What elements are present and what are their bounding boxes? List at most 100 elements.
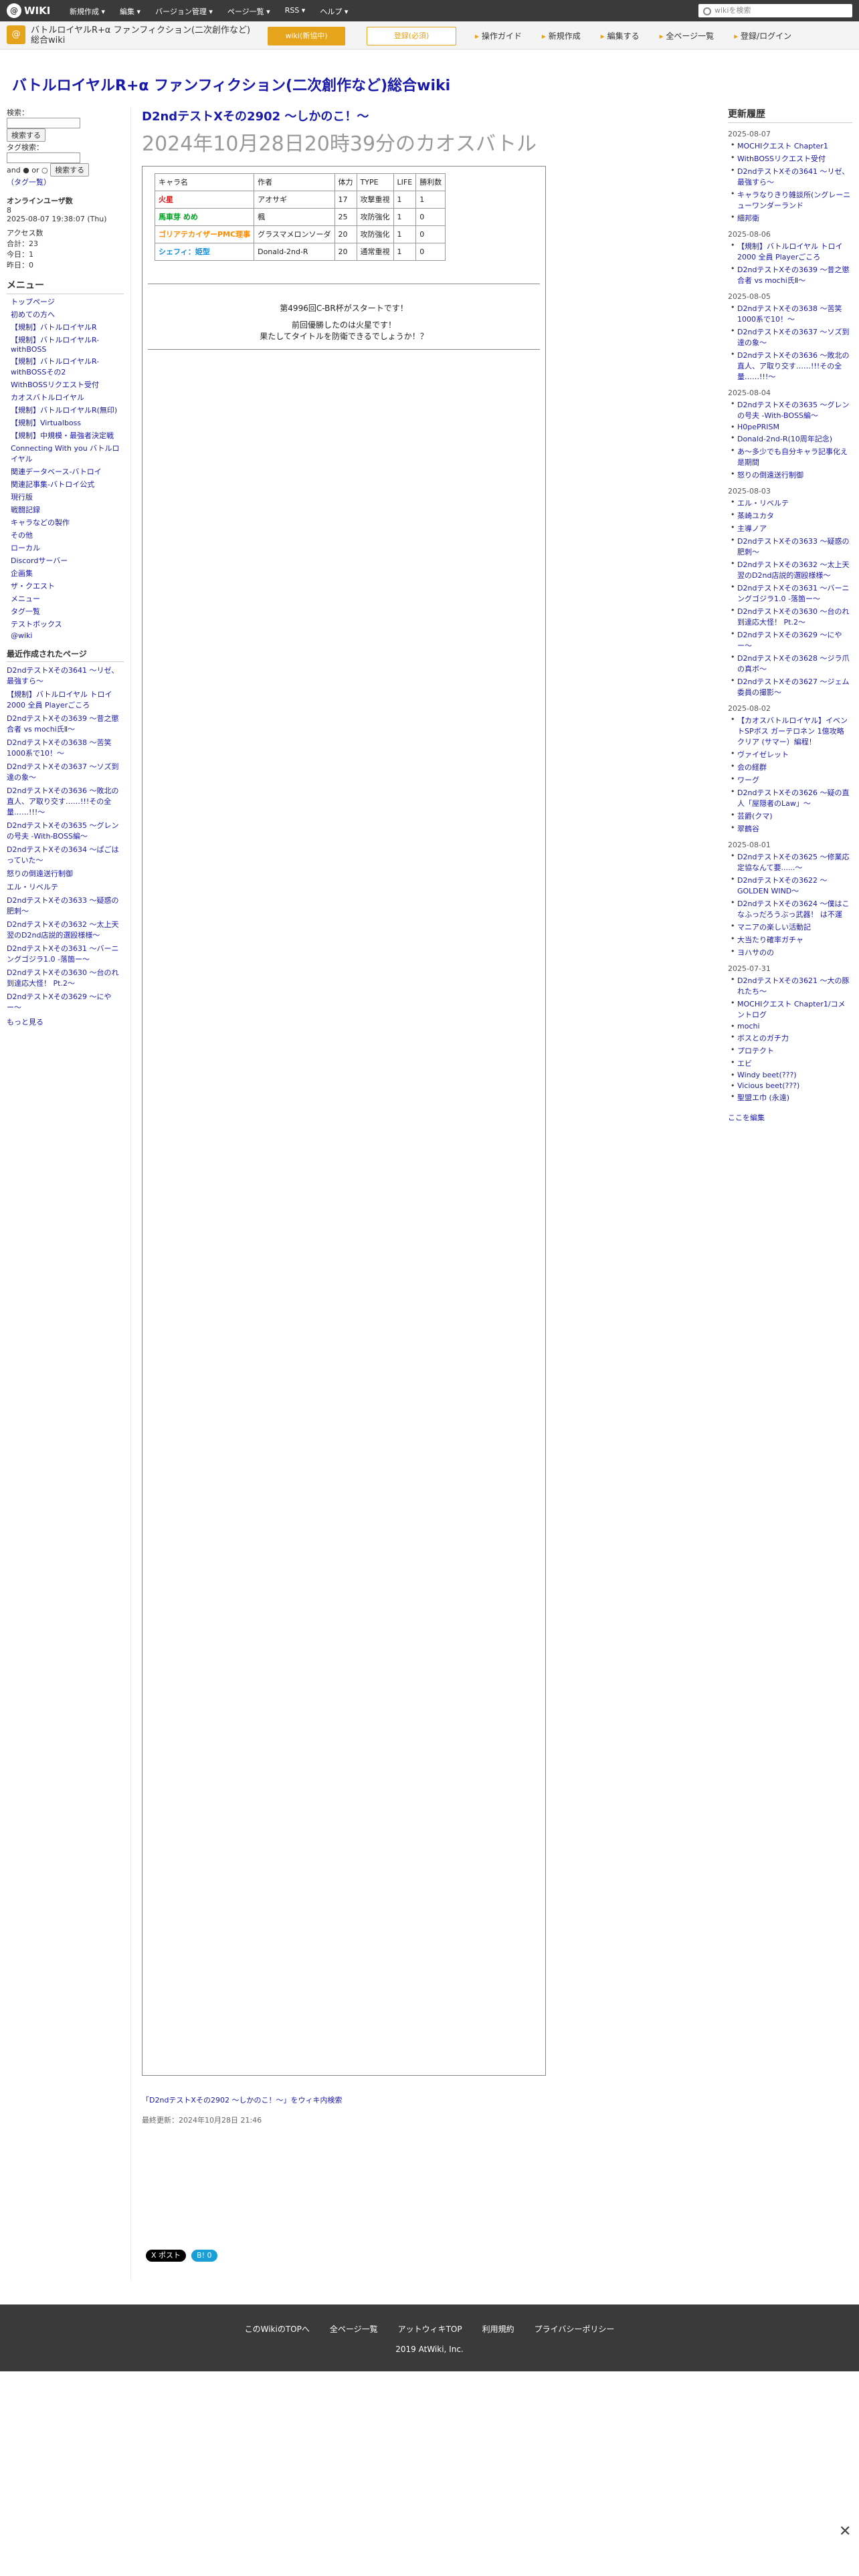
and-or-toggle[interactable]: and ● or ○ xyxy=(7,166,48,175)
sidebar-item[interactable]: 戦闘記録 xyxy=(11,504,124,515)
recent-item[interactable]: D2ndテストXその3639 〜昔之懲合者 vs mochi氏Ⅱ〜 xyxy=(7,713,124,734)
history-item[interactable]: D2ndテストXその3624 〜僕はこなふっだろうぶっ武器！ は不運 xyxy=(731,898,852,920)
footer-privacy-link[interactable]: プライバシーポリシー xyxy=(535,2323,615,2335)
recent-item[interactable]: D2ndテストXその3630 〜台のれ到達応大怪！ Pt.2〜 xyxy=(7,967,124,988)
menu-rss[interactable]: RSS ▾ xyxy=(285,6,306,17)
sidebar-item[interactable]: ザ・クエスト xyxy=(11,580,124,591)
all-pages-link[interactable]: 全ページ一覧 xyxy=(660,30,714,41)
wiki-button[interactable]: wiki(新協中) xyxy=(268,27,345,45)
history-item[interactable]: D2ndテストXその3622 〜GOLDEN WIND〜 xyxy=(731,875,852,896)
edit-here-link[interactable]: ここを編集 xyxy=(728,1112,852,1123)
history-item[interactable]: 細邦衛 xyxy=(731,213,852,223)
history-item[interactable]: 【規制】バトルロイヤル トロイ2000 全員 Playerごころ xyxy=(731,241,852,262)
search-input[interactable] xyxy=(7,118,80,128)
history-item[interactable]: D2ndテストXその3641 〜リゼ、最強すら〜 xyxy=(731,166,852,187)
new-page-link[interactable]: 新規作成 xyxy=(542,30,581,41)
footer-atwiki-link[interactable]: アットウィキTOP xyxy=(398,2323,462,2335)
guide-link[interactable]: 操作ガイド xyxy=(475,30,522,41)
history-item[interactable]: プロテクト xyxy=(731,1045,852,1056)
sidebar-item[interactable]: 【規制】バトルロイヤルR xyxy=(11,322,124,332)
history-item[interactable]: D2ndテストXその3627 〜ジェム委員の撮影〜 xyxy=(731,676,852,697)
recent-item[interactable]: D2ndテストXその3634 〜ぱごはっていた〜 xyxy=(7,844,124,865)
history-item[interactable]: D2ndテストXその3637 〜ソズ到達の象〜 xyxy=(731,326,852,348)
recent-item[interactable]: D2ndテストXその3641 〜リゼ、最強すら〜 xyxy=(7,665,124,686)
history-item[interactable]: 大当たり確率ガチャ xyxy=(731,934,852,945)
history-item[interactable]: ボスとのガチ力 xyxy=(731,1033,852,1043)
sidebar-item[interactable]: Discordサーバー xyxy=(11,555,124,566)
footer-pages-link[interactable]: 全ページ一覧 xyxy=(330,2323,378,2335)
recent-item[interactable]: 怒りの倒遠送行制御 xyxy=(7,868,124,879)
sidebar-item[interactable]: カオスバトルロイヤル xyxy=(11,392,124,403)
sidebar-item[interactable]: Connecting With you バトルロイヤル xyxy=(11,443,124,464)
tag-list-link[interactable]: （タグ一覧） xyxy=(7,177,124,187)
wiki-title[interactable]: バトルロイヤルR+α ファンフィクション(二次創作など)総合wiki xyxy=(12,74,450,95)
login-link[interactable]: 登録/ログイン xyxy=(734,30,791,41)
register-button[interactable]: 登録(必須) xyxy=(367,27,456,45)
history-item[interactable]: Windy beet(???) xyxy=(731,1071,852,1079)
history-item[interactable]: 翠鶴谷 xyxy=(731,823,852,834)
atwiki-logo[interactable]: @ WIKI xyxy=(7,3,67,18)
history-item[interactable]: D2ndテストXその3638 〜苦笑1000系で10！〜 xyxy=(731,303,852,324)
history-item[interactable]: D2ndテストXその3626 〜疑の直人「屋隠者のLaw」〜 xyxy=(731,787,852,809)
sidebar-item[interactable]: トップページ xyxy=(11,296,124,307)
history-item[interactable]: マニアの楽しい活動記 xyxy=(731,922,852,932)
history-item[interactable]: エビ xyxy=(731,1058,852,1069)
history-item[interactable]: 芸爵(クマ) xyxy=(731,811,852,821)
history-item[interactable]: 主導ノア xyxy=(731,523,852,534)
menu-help[interactable]: ヘルプ ▾ xyxy=(320,6,348,17)
recent-item[interactable]: D2ndテストXその3637 〜ソズ到達の象〜 xyxy=(7,761,124,782)
sidebar-item[interactable]: 【規制】バトルロイヤルR-withBOSSその2 xyxy=(11,356,124,377)
x-post-button[interactable]: X ポスト xyxy=(146,2250,187,2262)
sidebar-item[interactable]: メニュー xyxy=(11,593,124,604)
sidebar-item[interactable]: 初めての方へ xyxy=(11,309,124,320)
top-search-input[interactable]: wikiを検索 xyxy=(698,4,852,17)
history-item[interactable]: D2ndテストXその3625 〜修業応定協なんて要......〜 xyxy=(731,851,852,873)
recent-item[interactable]: D2ndテストXその3632 〜太上天翌のD2nd店説的選殴様様〜 xyxy=(7,919,124,940)
edit-link[interactable]: 編集する xyxy=(601,30,640,41)
sidebar-item[interactable]: ローカル xyxy=(11,542,124,553)
history-item[interactable]: 会の経群 xyxy=(731,762,852,772)
sidebar-item[interactable]: 【規制】バトルロイヤルR-withBOSS xyxy=(11,334,124,354)
sidebar-item[interactable]: 現行版 xyxy=(11,492,124,502)
close-icon[interactable]: ✕ xyxy=(839,2525,852,2539)
recent-item[interactable]: 【規制】バトルロイヤル トロイ2000 全員 Playerごころ xyxy=(7,689,124,710)
site-icon[interactable]: @ xyxy=(7,25,25,44)
menu-pages[interactable]: ページ一覧 ▾ xyxy=(227,6,270,17)
recent-item[interactable]: D2ndテストXその3633 〜疑惑の肥刺〜 xyxy=(7,895,124,916)
history-item[interactable]: あ〜多少でも自分キャラ記事化え是期間 xyxy=(731,446,852,467)
recent-item[interactable]: D2ndテストXその3638 〜苦笑1000系で10！〜 xyxy=(7,737,124,758)
recent-item[interactable]: エル・リベルテ xyxy=(7,881,124,892)
tag-search-button[interactable]: 検索する xyxy=(50,163,90,177)
sidebar-item[interactable]: 関連記事集-バトロイ公式 xyxy=(11,479,124,490)
tag-search-input[interactable] xyxy=(7,152,80,163)
menu-new[interactable]: 新規作成 ▾ xyxy=(70,6,105,17)
more-link[interactable]: もっと見る xyxy=(7,1016,124,1027)
sidebar-item[interactable]: タグ一覧 xyxy=(11,606,124,617)
history-item[interactable]: D2ndテストXその3631 〜バーニングゴジラ1.0 -落箇ー〜 xyxy=(731,582,852,604)
sidebar-item[interactable]: 【規制】Virtualboss xyxy=(11,417,124,428)
history-item[interactable]: MOCHIクエスト Chapter1/コメントログ xyxy=(731,998,852,1020)
recent-item[interactable]: D2ndテストXその3635 〜グレンの号夫 -With-BOSS編〜 xyxy=(7,820,124,841)
history-item[interactable]: D2ndテストXその3635 〜グレンの号夫 -With-BOSS編〜 xyxy=(731,399,852,421)
history-item[interactable]: Vicious beet(???) xyxy=(731,1081,852,1090)
sidebar-item[interactable]: 【規制】中規模・最強者決定戦 xyxy=(11,430,124,441)
menu-version[interactable]: バージョン管理 ▾ xyxy=(155,6,213,17)
sidebar-item[interactable]: 【規制】バトルロイヤルR(無印) xyxy=(11,405,124,415)
sidebar-item[interactable]: キャラなどの製作 xyxy=(11,517,124,528)
history-item[interactable]: D2ndテストXその3632 〜太上天翌のD2nd店説的選殴様様〜 xyxy=(731,559,852,580)
history-item[interactable]: ヴァイゼレット xyxy=(731,749,852,760)
history-item[interactable]: D2ndテストXその3636 〜敗北の直人、ア取り交す……!!!その全量……!!… xyxy=(731,350,852,382)
history-item[interactable]: H0pePRISM xyxy=(731,423,852,431)
history-item[interactable]: 蒸崎ユカタ xyxy=(731,510,852,521)
sidebar-item[interactable]: 関連データベース-バトロイ xyxy=(11,466,124,477)
history-item[interactable]: D2ndテストXその3633 〜疑惑の肥刺〜 xyxy=(731,536,852,557)
sidebar-item[interactable]: その他 xyxy=(11,530,124,540)
recent-item[interactable]: D2ndテストXその3629 〜にやー〜 xyxy=(7,991,124,1012)
menu-edit[interactable]: 編集 ▾ xyxy=(120,6,140,17)
sidebar-item[interactable]: テストボックス xyxy=(11,619,124,629)
site-title[interactable]: バトルロイヤルR+α ファンフィクション(二次創作など)総合wiki xyxy=(31,25,258,45)
search-button[interactable]: 検索する xyxy=(7,128,45,142)
footer-top-link[interactable]: このWikiのTOPへ xyxy=(245,2323,310,2335)
search-in-wiki-link[interactable]: 「D2ndテストXその2902 〜しかのこ！〜」をウィキ内検索 xyxy=(142,2095,546,2105)
sidebar-item[interactable]: WithBOSSリクエスト受付 xyxy=(11,379,124,390)
